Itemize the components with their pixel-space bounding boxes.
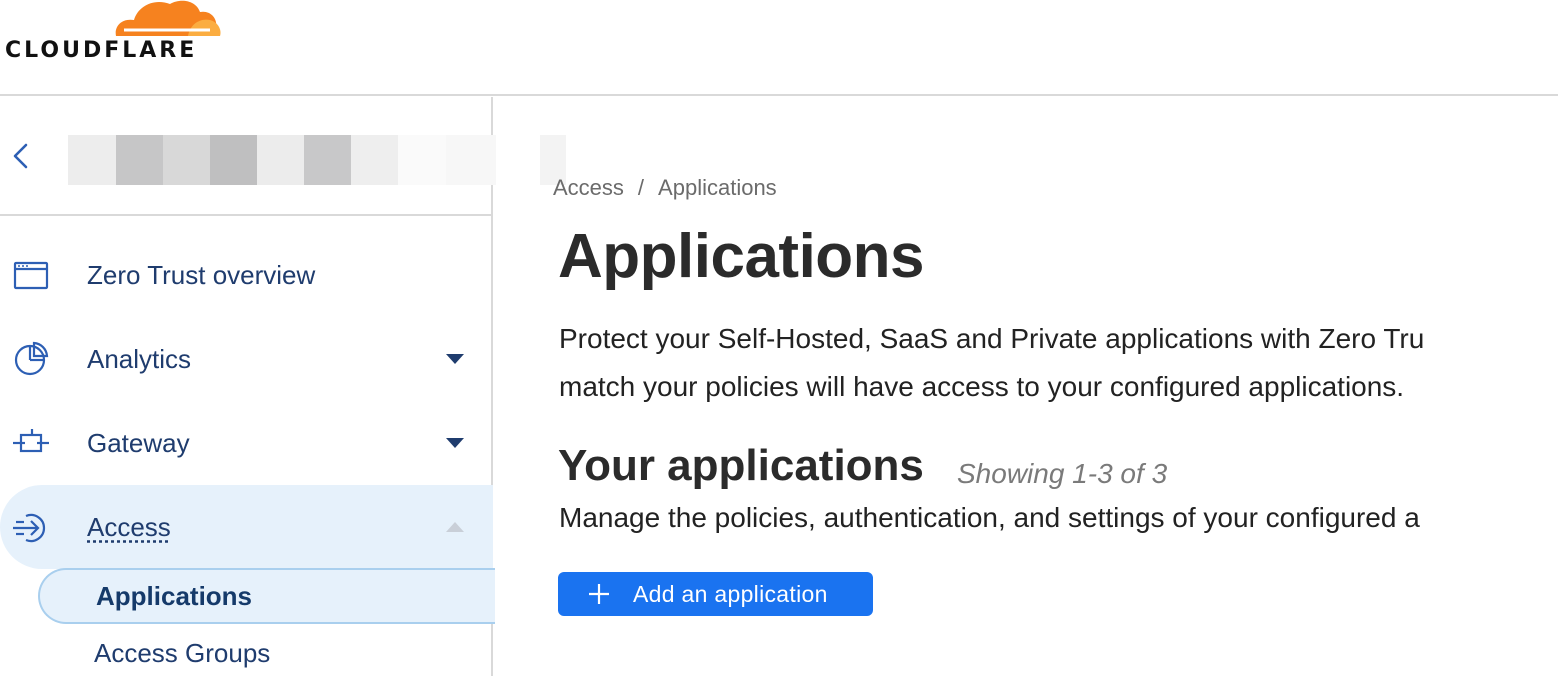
plus-icon bbox=[589, 584, 609, 604]
logo-wordmark: CLOUDFLARE bbox=[5, 38, 198, 63]
results-count: Showing 1-3 of 3 bbox=[957, 458, 1168, 489]
sidebar-subitem-label: Access Groups bbox=[94, 637, 271, 668]
page-title: Applications bbox=[558, 222, 925, 291]
sidebar: Zero Trust overview Analytics Gateway Ac… bbox=[0, 97, 566, 676]
breadcrumb-separator: / bbox=[637, 175, 645, 200]
breadcrumb-current: Applications bbox=[658, 175, 777, 200]
breadcrumb-link-access[interactable]: Access bbox=[553, 175, 624, 200]
chevron-down-icon[interactable] bbox=[444, 436, 466, 450]
sidebar-subitem-applications[interactable]: Applications bbox=[38, 568, 495, 624]
breadcrumb: Access / Applications bbox=[553, 175, 777, 201]
chevron-left-icon[interactable] bbox=[10, 141, 32, 171]
page-description-line: Protect your Self-Hosted, SaaS and Priva… bbox=[559, 323, 1425, 354]
add-application-button[interactable]: Add an application bbox=[558, 572, 873, 616]
account-switcher[interactable] bbox=[0, 97, 566, 216]
sidebar-item-label: Zero Trust overview bbox=[87, 259, 316, 290]
top-header: CLOUDFLARE bbox=[0, 0, 1558, 96]
chevron-down-icon[interactable] bbox=[444, 352, 466, 366]
page-description-line: match your policies will have access to … bbox=[559, 371, 1405, 402]
sidebar-item-access[interactable]: Access bbox=[0, 485, 493, 569]
section-description: Manage the policies, authentication, and… bbox=[559, 502, 1420, 533]
browser-window-icon bbox=[13, 261, 49, 290]
sidebar-item-label: Gateway bbox=[87, 427, 190, 458]
sidebar-item-zero-trust-overview[interactable]: Zero Trust overview bbox=[0, 233, 493, 317]
cloudflare-cloud-icon bbox=[115, 0, 221, 36]
sidebar-subitem-label: Applications bbox=[96, 580, 253, 611]
access-arrow-icon bbox=[13, 513, 46, 543]
gateway-icon bbox=[13, 429, 49, 453]
chevron-up-icon[interactable] bbox=[444, 520, 466, 534]
sidebar-item-analytics[interactable]: Analytics bbox=[0, 317, 493, 401]
sidebar-item-label: Analytics bbox=[87, 343, 192, 374]
add-application-label: Add an application bbox=[633, 581, 828, 607]
sidebar-subitem-access-groups[interactable]: Access Groups bbox=[38, 625, 495, 676]
pie-chart-icon bbox=[14, 341, 49, 376]
sidebar-item-label: Access bbox=[87, 511, 171, 542]
account-name-redacted bbox=[68, 135, 566, 185]
page-description: Protect your Self-Hosted, SaaS and Priva… bbox=[559, 315, 1558, 411]
cloudflare-logo[interactable]: CLOUDFLARE bbox=[0, 0, 230, 70]
sidebar-item-gateway[interactable]: Gateway bbox=[0, 401, 493, 485]
main-content: Access / Applications Applications Protect… bbox=[495, 97, 1558, 676]
section-title: Your applications bbox=[558, 441, 924, 490]
